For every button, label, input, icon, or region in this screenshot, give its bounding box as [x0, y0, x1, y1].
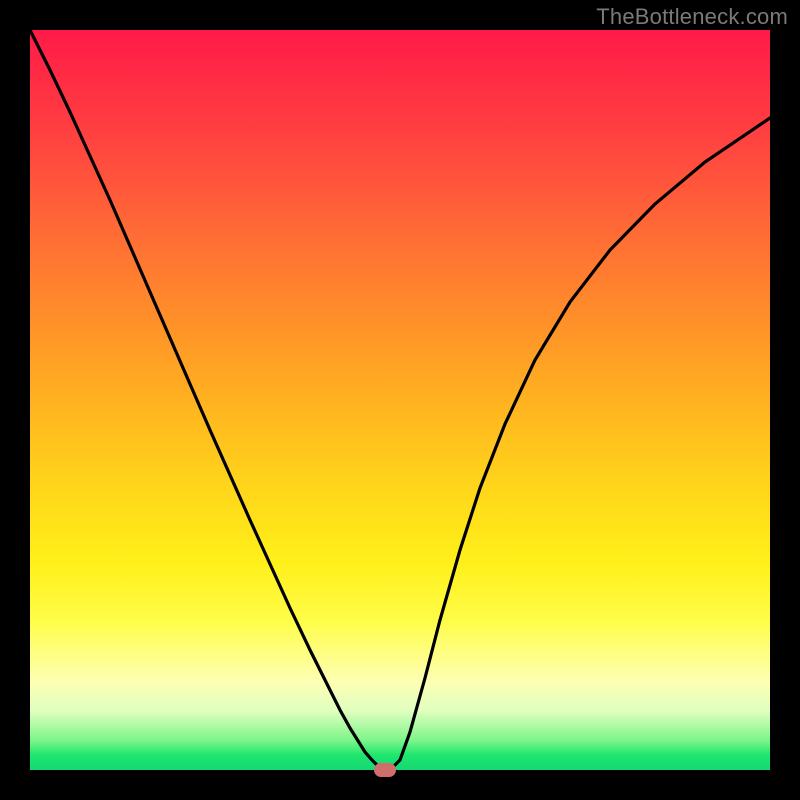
chart-frame: TheBottleneck.com [0, 0, 800, 800]
watermark-text: TheBottleneck.com [596, 4, 788, 30]
bottleneck-curve [30, 30, 770, 770]
min-marker [374, 763, 396, 777]
